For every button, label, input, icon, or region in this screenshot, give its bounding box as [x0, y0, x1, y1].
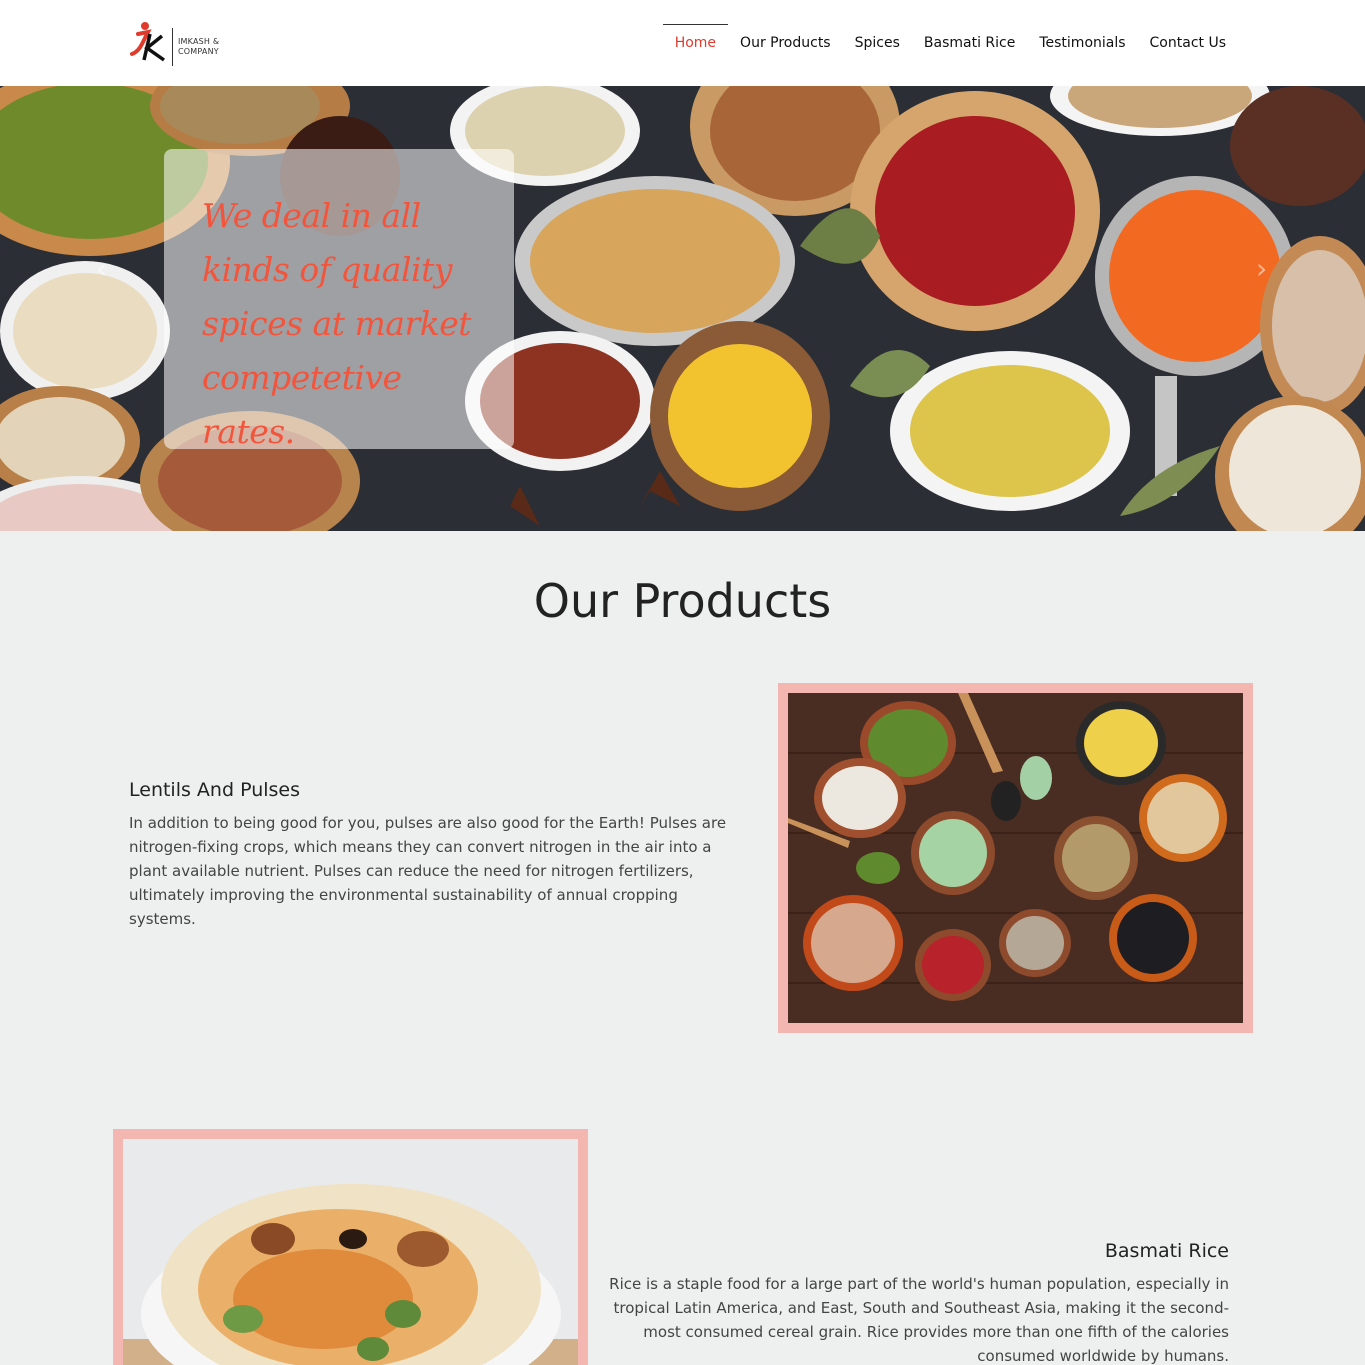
product-heading-basmati: Basmati Rice — [1104, 1240, 1229, 1262]
hero-carousel: We deal in all kinds of quality spices a… — [0, 86, 1365, 531]
nav-spices[interactable]: Spices — [843, 24, 912, 59]
nav-contact-us[interactable]: Contact Us — [1138, 24, 1238, 59]
section-title: Our Products — [533, 574, 832, 628]
biryani-image — [123, 1139, 578, 1365]
logo-text-line2: COMPANY — [178, 47, 219, 56]
company-logo[interactable]: IMKASH & COMPANY — [128, 20, 228, 68]
hero-tagline-line: We deal in all — [202, 196, 421, 235]
product-description-lentils: In addition to being good for you, pulse… — [129, 814, 727, 928]
nav-home[interactable]: Home — [662, 24, 729, 59]
logo-divider — [172, 28, 173, 66]
lentils-image — [788, 693, 1243, 1023]
nav-our-products[interactable]: Our Products — [728, 24, 843, 59]
nav-basmati-rice[interactable]: Basmati Rice — [912, 24, 1027, 59]
site-header: IMKASH & COMPANY Home Our Products Spice… — [0, 0, 1365, 86]
logo-text-line1: IMKASH & — [178, 37, 220, 46]
chevron-left-icon[interactable]: ‹ — [96, 252, 107, 285]
lentils-photo — [788, 693, 1243, 1023]
rice-photo — [123, 1139, 578, 1365]
rice-photo-frame — [113, 1129, 588, 1365]
logo-text: IMKASH & COMPANY — [178, 37, 219, 57]
main-nav: Home Our Products Spices Basmati Rice Te… — [662, 24, 1238, 59]
logo-mark-icon — [130, 22, 166, 62]
hero-tagline-box: We deal in all kinds of quality spices a… — [164, 149, 514, 451]
hero-tagline: We deal in all kinds of quality spices a… — [202, 189, 476, 459]
hero-tagline-line: competetive rates. — [202, 358, 402, 451]
chevron-right-icon[interactable]: › — [1256, 252, 1267, 285]
hero-tagline-line: kinds of quality — [202, 250, 453, 289]
nav-testimonials[interactable]: Testimonials — [1027, 24, 1137, 59]
hero-tagline-line: spices at market — [202, 304, 472, 343]
product-description-basmati: Rice is a staple food for a large part o… — [609, 1275, 1229, 1365]
product-heading-lentils: Lentils And Pulses — [129, 779, 300, 801]
lentils-photo-frame — [778, 683, 1253, 1033]
